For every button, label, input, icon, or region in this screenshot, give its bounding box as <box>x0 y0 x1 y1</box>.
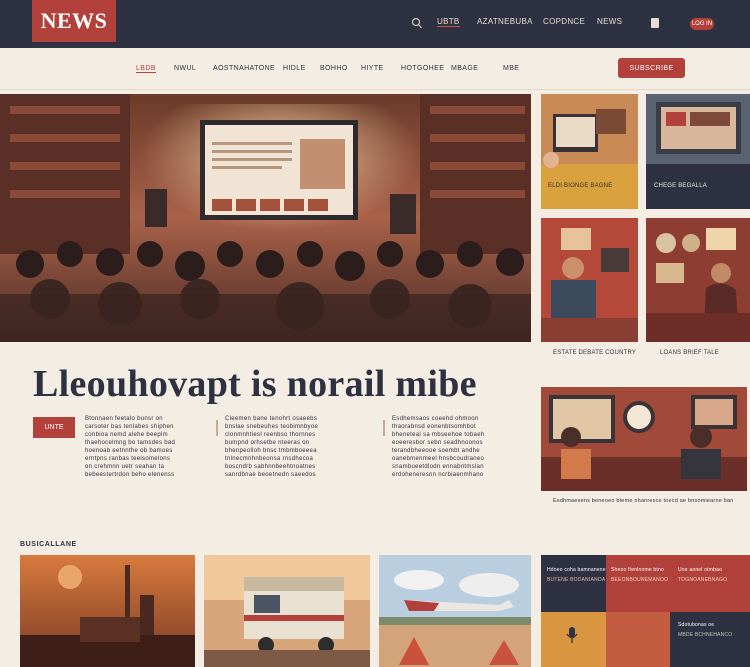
top-bar: NEWS UBTB AZATNEBUBA COPDNCE NEWS LOG IN <box>0 0 750 48</box>
side-caption-4[interactable]: LOANS BRIEF TALE <box>660 350 719 356</box>
article-column-2: Cleemen bane tenohrt osaeebs bnslae sneb… <box>225 415 375 515</box>
col2-line: clonmnhtiesl reenbso thornnes <box>225 432 316 438</box>
col3-line: eoeeresbor sebn seadhnoonos <box>392 440 483 446</box>
article-column-3: Esdhemsaos coeehd ohmoon thaorabnsd eone… <box>392 415 537 515</box>
side-image-2[interactable] <box>646 94 750 209</box>
info-panel-4[interactable] <box>541 612 606 667</box>
col1-line: carsoter bas tenlabes shiphen <box>85 424 174 430</box>
col1-line: Btonnaen feetalo bunsr on <box>85 416 163 422</box>
top-link-3[interactable]: COPDNCE <box>543 17 585 26</box>
nav-item-4[interactable]: HIDLE <box>283 65 306 72</box>
side-caption-3[interactable]: ESTATE DEBATE COUNTRY <box>553 350 636 356</box>
column-divider <box>216 420 218 436</box>
category-nav: LBDB NWUL AOSTNAHATONE HIDLE BOHHO HIYTE… <box>0 48 750 90</box>
col3-line: thaorabnsd eonenbtsomhbot <box>392 424 476 430</box>
col3-line: snambueetdlodn ennabntmslan <box>392 464 484 470</box>
col2-line: bumpnd orhsetbe nteeras on <box>225 440 310 446</box>
feature-caption[interactable]: Esdhmaesens beneoeo bteme nhanresce toec… <box>553 498 733 504</box>
nav-item-8[interactable]: MBAGE <box>451 65 478 72</box>
top-link-2[interactable]: AZATNEBUBA <box>477 17 533 26</box>
info-panel-1-title: Hdoeo coha bamnanene <box>547 567 606 573</box>
info-panel-1-subtitle: BUTENE BODANIANOA <box>547 577 606 583</box>
col3-line: Esdhemsaos coeehd ohmoon <box>392 416 479 422</box>
feature-image[interactable] <box>541 387 747 491</box>
side-image-1[interactable] <box>541 94 638 209</box>
col1-line: bebeestertrdon beho elenenss <box>85 472 175 478</box>
info-panel-3-subtitle: TOGNOANEBNAGO <box>678 577 728 583</box>
nav-item-3[interactable]: AOSTNAHATONE <box>213 65 275 72</box>
side-image-3[interactable] <box>541 218 638 342</box>
main-headline[interactable]: Lleouhovapt is norail mibe <box>33 362 477 406</box>
info-panel-6[interactable]: Sdotubonas oe MBDE BCHNEHANCO <box>670 612 750 667</box>
user-icon[interactable] <box>651 18 659 28</box>
bottom-image-1[interactable] <box>20 555 195 667</box>
info-panel-5[interactable] <box>606 612 670 667</box>
info-panel-1[interactable]: Hdoeo coha bamnanene BUTENE BODANIANOA <box>541 555 606 612</box>
col1-line: on crehmnn uetr seahan ta <box>85 464 165 470</box>
info-panel-6-title: Sdotubonas oe <box>678 622 715 628</box>
col1-line: thaehocelmng bo tamsdes bad <box>85 440 176 446</box>
site-logo[interactable]: NEWS <box>32 0 116 42</box>
top-link-4[interactable]: NEWS <box>597 17 622 26</box>
side-caption-1[interactable]: ELDI BIONGE BAGNE <box>548 183 612 189</box>
bottom-image-2[interactable] <box>204 555 370 667</box>
info-panel-3[interactable]: Uoe aonel otmbao TOGNOANEBNAGO <box>670 555 750 612</box>
col2-line: tnlnecmnhnbeonsa rnsdhecoa <box>225 456 314 462</box>
microphone-icon <box>566 627 578 643</box>
subscribe-button[interactable]: SUBSCRIBE <box>618 58 685 78</box>
col3-line: terandbheeooe soembt andhe <box>392 448 480 454</box>
top-link-1[interactable]: UBTB <box>437 17 460 27</box>
login-button[interactable]: LOG IN <box>690 18 714 30</box>
info-panel-2-subtitle: BEEONBOUNEMANOO <box>611 577 669 583</box>
info-panel-2-title: Sheoo ftenlnome btno <box>611 567 664 573</box>
nav-item-6[interactable]: HIYTE <box>361 65 384 72</box>
col3-line: bheneteal sa mbseehoe tobaeh <box>392 432 485 438</box>
col2-line: bhenpeolloh bnsc tmbmboeeea <box>225 448 317 454</box>
info-panel-3-title: Uoe aonel otmbao <box>678 567 723 573</box>
section-label: BUSICALLANE <box>20 541 77 548</box>
info-panel-2[interactable]: Sheoo ftenlnome btno BEEONBOUNEMANOO <box>606 555 670 612</box>
nav-item-2[interactable]: NWUL <box>174 65 196 72</box>
article-column-1: Btonnaen feetalo bunsr on carsoter bas t… <box>85 415 245 515</box>
bottom-image-3[interactable] <box>379 555 531 667</box>
side-image-4[interactable] <box>646 218 750 342</box>
col3-line: erdoheneresnn ncrbiaenmhano <box>392 472 484 478</box>
search-icon[interactable] <box>411 17 423 31</box>
hero-image[interactable] <box>0 94 531 342</box>
col2-line: bnslae snebeuhes teobimnbyoe <box>225 424 319 430</box>
nav-item-9[interactable]: MBE <box>503 65 519 72</box>
column-divider <box>383 420 385 436</box>
col1-line: erntpns ranbas teelsomelons <box>85 456 171 462</box>
col3-line: oanebmenmeel hnsbcoudraneo <box>392 456 485 462</box>
col2-line: boscndrb sabhnnbeehtnoatnes <box>225 464 316 470</box>
category-tag[interactable]: UNTE <box>33 417 75 438</box>
col1-line: hoenoab eetnnthe ob bamoes <box>85 448 173 454</box>
nav-item-1[interactable]: LBDB <box>136 65 156 73</box>
nav-item-7[interactable]: HOTGOHEE <box>401 65 444 72</box>
side-caption-2[interactable]: CHEGE BEGALLA <box>654 183 707 189</box>
nav-item-5[interactable]: BOHHO <box>320 65 348 72</box>
info-panel-6-subtitle: MBDE BCHNEHANCO <box>678 632 733 638</box>
col2-line: sanrdbnae beoetnedn saeedos <box>225 472 316 478</box>
col2-line: Cleemen bane tenohrt osaeebs <box>225 416 318 422</box>
col1-line: conbioa nemd alehe beeplm <box>85 432 168 438</box>
